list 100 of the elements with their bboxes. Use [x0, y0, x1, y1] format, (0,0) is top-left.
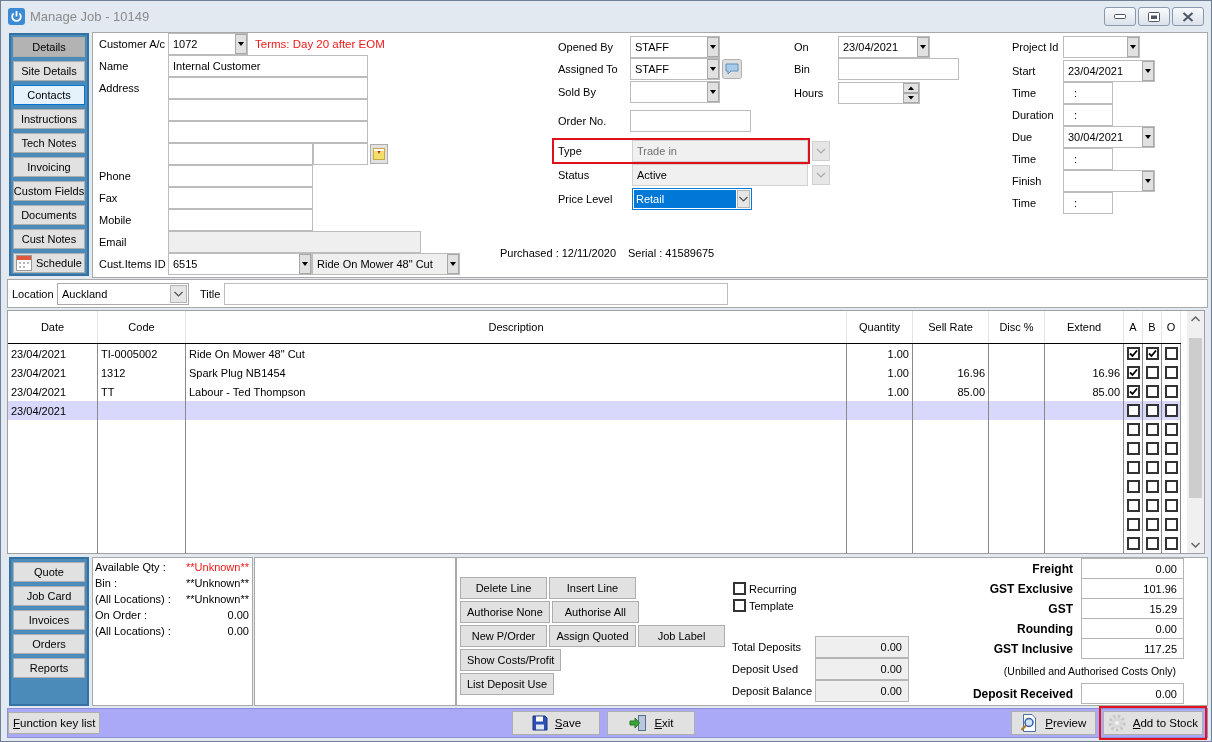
- checkbox[interactable]: [1126, 385, 1140, 398]
- checkbox[interactable]: [1164, 347, 1178, 360]
- table-row[interactable]: 23/04/2021 TT Labour - Ted Thompson 1.00 85.00 85.00: [8, 382, 1181, 401]
- text-field[interactable]: Internal Customer: [168, 55, 368, 77]
- dropdown-field[interactable]: 23/04/2021: [1063, 60, 1155, 82]
- caret-icon[interactable]: [1142, 171, 1154, 191]
- action-button[interactable]: Delete Line: [460, 577, 547, 599]
- sidebar-tab[interactable]: Documents: [13, 205, 85, 225]
- checkbox[interactable]: [1145, 518, 1159, 531]
- text-field[interactable]: [168, 143, 313, 165]
- sidebar-tab[interactable]: Site Details: [13, 61, 85, 81]
- text-field[interactable]: :: [1063, 82, 1113, 104]
- text-field[interactable]: [224, 282, 728, 305]
- dropdown-field[interactable]: STAFF: [630, 58, 720, 80]
- checkbox[interactable]: [1164, 499, 1178, 512]
- sidebar-tab[interactable]: Schedule: [13, 253, 85, 273]
- caret-icon[interactable]: [707, 37, 719, 57]
- checkbox[interactable]: [1126, 518, 1140, 531]
- checkbox[interactable]: [1164, 423, 1178, 436]
- action-button[interactable]: Authorise All: [551, 601, 639, 623]
- checkbox[interactable]: [1126, 423, 1140, 436]
- dropdown-field[interactable]: Active: [632, 164, 808, 186]
- exit-button[interactable]: Exit: [607, 711, 696, 735]
- dropdown-field[interactable]: Ride On Mower 48" Cut: [312, 253, 460, 275]
- dropdown-field[interactable]: Retail: [632, 188, 752, 210]
- checkbox[interactable]: [1164, 480, 1178, 493]
- checkbox[interactable]: [1126, 499, 1140, 512]
- text-field[interactable]: [168, 77, 368, 99]
- text-field[interactable]: :: [1063, 192, 1113, 214]
- text-field[interactable]: [168, 121, 368, 143]
- checkbox[interactable]: [1126, 347, 1140, 360]
- menu-button[interactable]: Quote: [13, 562, 85, 582]
- dropdown-field[interactable]: Auckland: [57, 282, 189, 305]
- checkbox[interactable]: [1164, 404, 1178, 417]
- text-field[interactable]: [838, 58, 959, 80]
- checkbox[interactable]: [1164, 385, 1178, 398]
- text-field[interactable]: [168, 99, 368, 121]
- checkbox[interactable]: [1126, 366, 1140, 379]
- dropdown-field[interactable]: [1063, 170, 1155, 192]
- text-field[interactable]: :: [1063, 104, 1113, 126]
- checkbox[interactable]: [1164, 461, 1178, 474]
- spin-arrows-icon[interactable]: [903, 83, 919, 103]
- caret-icon[interactable]: [1127, 37, 1139, 57]
- checkbox[interactable]: [1145, 461, 1159, 474]
- chevron-down-icon[interactable]: [170, 284, 187, 303]
- table-row[interactable]: 23/04/2021: [8, 401, 1181, 420]
- caret-icon[interactable]: [1142, 61, 1154, 81]
- text-field[interactable]: [313, 143, 368, 165]
- checkbox[interactable]: [1164, 537, 1178, 550]
- table-row[interactable]: 23/04/2021 1312 Spark Plug NB1454 1.00 16.96 16.96: [8, 363, 1181, 382]
- save-button[interactable]: Save: [512, 711, 601, 735]
- caret-icon[interactable]: [447, 254, 459, 274]
- dropdown-field[interactable]: [630, 81, 720, 103]
- table-row[interactable]: 23/04/2021 TI-0005002 Ride On Mower 48" Cut 1.00: [8, 344, 1181, 363]
- dropdown-field[interactable]: [1063, 36, 1140, 58]
- checkbox[interactable]: [1164, 442, 1178, 455]
- action-button[interactable]: New P/Order: [460, 625, 547, 647]
- checkbox[interactable]: [733, 582, 746, 595]
- caret-icon[interactable]: [235, 34, 247, 54]
- minimize-button[interactable]: [1104, 7, 1136, 26]
- action-button[interactable]: List Deposit Use: [460, 673, 555, 695]
- menu-button[interactable]: Job Card: [13, 586, 85, 606]
- caret-icon[interactable]: [707, 59, 719, 79]
- sidebar-tab[interactable]: Details: [13, 37, 85, 57]
- caret-icon[interactable]: [299, 254, 311, 274]
- maximize-button[interactable]: [1138, 7, 1170, 26]
- menu-button[interactable]: Reports: [13, 658, 85, 678]
- function-keys-button[interactable]: Function key list: [8, 712, 101, 734]
- action-button[interactable]: Insert Line: [549, 577, 636, 599]
- scroll-thumb[interactable]: [1189, 338, 1202, 498]
- checkbox[interactable]: [1145, 442, 1159, 455]
- action-button[interactable]: Show Costs/Profit: [460, 649, 562, 671]
- checkbox[interactable]: [1145, 404, 1159, 417]
- checkbox[interactable]: [1145, 499, 1159, 512]
- dropdown-field[interactable]: 1072: [168, 33, 248, 55]
- scrollbar[interactable]: [1187, 311, 1204, 553]
- sidebar-tab[interactable]: Tech Notes: [13, 133, 85, 153]
- checkbox[interactable]: [1126, 480, 1140, 493]
- menu-button[interactable]: Orders: [13, 634, 85, 654]
- checkbox[interactable]: [733, 599, 746, 612]
- checkbox[interactable]: [1145, 366, 1159, 379]
- preview-button[interactable]: Preview: [1010, 711, 1096, 735]
- dropdown-field[interactable]: STAFF: [630, 36, 720, 58]
- chevron-down-icon[interactable]: [737, 190, 750, 208]
- caret-icon[interactable]: [917, 37, 929, 57]
- checkbox[interactable]: [1126, 461, 1140, 474]
- text-field[interactable]: [630, 110, 751, 132]
- checkbox[interactable]: [1126, 537, 1140, 550]
- checkbox[interactable]: [1145, 423, 1159, 436]
- action-button[interactable]: Assign Quoted: [549, 625, 636, 647]
- sidebar-tab[interactable]: Contacts: [13, 85, 85, 105]
- checkbox[interactable]: [1164, 366, 1178, 379]
- caret-icon[interactable]: [1142, 127, 1154, 147]
- action-button[interactable]: Authorise None: [460, 601, 550, 623]
- text-field[interactable]: [168, 187, 313, 209]
- text-field[interactable]: [168, 209, 313, 231]
- spinner-field[interactable]: [838, 82, 920, 104]
- checkbox[interactable]: [1126, 442, 1140, 455]
- caret-icon[interactable]: [707, 82, 719, 102]
- sidebar-tab[interactable]: Invoicing: [13, 157, 85, 177]
